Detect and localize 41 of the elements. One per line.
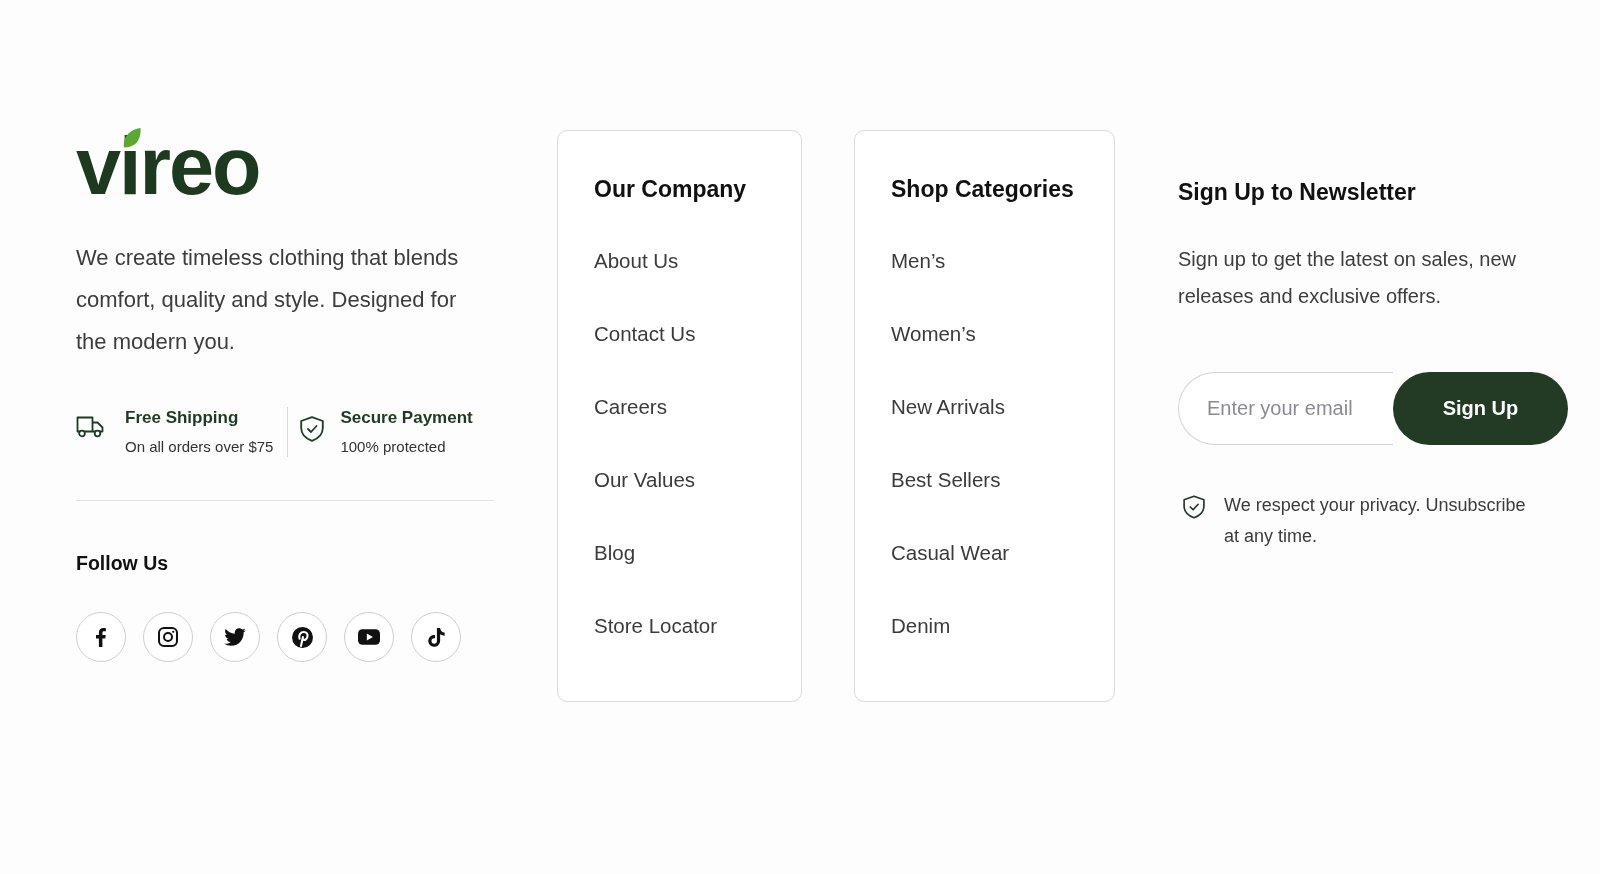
social-link[interactable] (411, 612, 461, 662)
social-link[interactable] (143, 612, 193, 662)
column-heading: Shop Categories (891, 175, 1074, 203)
shield-check-icon (300, 416, 325, 442)
sign-up-button[interactable]: Sign Up (1393, 372, 1568, 445)
social-link[interactable] (76, 612, 126, 662)
privacy-note: We respect your privacy. Unsubscribe at any time. (1224, 494, 1527, 548)
feature-subtitle: On all orders over $75 (125, 437, 274, 457)
facebook-icon (96, 627, 106, 647)
feature-title: Free Shipping (125, 407, 240, 429)
footer-link[interactable]: Store Locator (594, 613, 718, 639)
brand-description: We create timeless clothing that blends comfort, quality and style. Designed for the modern you. (76, 244, 460, 356)
instagram-icon (158, 627, 178, 647)
column-heading: Our Company (594, 175, 747, 203)
footer-link[interactable]: Blog (594, 540, 636, 566)
social-link[interactable] (277, 612, 327, 662)
footer-link[interactable]: Denim (891, 613, 951, 639)
footer-link[interactable]: Our Values (594, 467, 696, 493)
youtube-icon (358, 629, 380, 645)
social-link[interactable] (344, 612, 394, 662)
newsletter-heading: Sign Up to Newsletter (1178, 178, 1416, 206)
section-heading: Follow Us (76, 551, 169, 575)
twitter-icon (224, 628, 246, 646)
footer-link[interactable]: Contact Us (594, 321, 696, 347)
footer-link[interactable]: About Us (594, 248, 679, 274)
footer-link[interactable]: Best Sellers (891, 467, 1001, 493)
footer-link[interactable]: Men’s (891, 248, 946, 274)
newsletter-text: Sign up to get the latest on sales, new releases and exclusive offers. (1178, 247, 1517, 309)
pinterest-icon (291, 626, 313, 648)
shield-check-icon (1183, 495, 1205, 519)
feature-subtitle: 100% protected (340, 437, 447, 457)
footer-link[interactable]: Women’s (891, 321, 976, 347)
email-field[interactable]: Enter your email (1178, 372, 1393, 445)
footer-link[interactable]: Careers (594, 394, 667, 420)
social-link[interactable] (210, 612, 260, 662)
brand-logo: vireo (76, 126, 260, 207)
footer-link[interactable]: New Arrivals (891, 394, 1005, 420)
feature-title: Secure Payment (340, 407, 473, 429)
truck-icon (76, 415, 104, 438)
footer-link[interactable]: Casual Wear (891, 540, 1010, 566)
tiktok-icon (427, 627, 445, 647)
